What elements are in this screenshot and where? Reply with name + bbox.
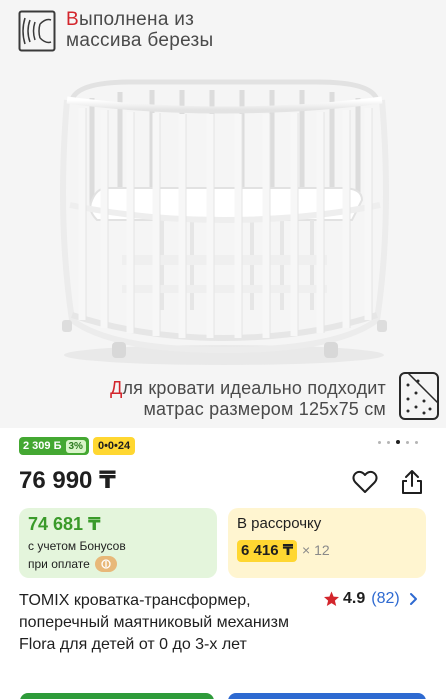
share-button[interactable] (398, 468, 426, 496)
crib-image (60, 79, 389, 365)
gallery-dot[interactable] (387, 440, 390, 444)
badges-row: 2 309 Б 3% 0•0•24 (19, 437, 136, 455)
gallery-dot[interactable] (406, 440, 409, 444)
product-image-gallery[interactable]: Выполнена из массива березы Для кровати … (0, 0, 446, 428)
installment-label: В рассрочку (237, 515, 322, 532)
installment-card[interactable]: В рассрочку 6 416 ₸ × 12 (228, 508, 426, 578)
bonus-badge: 2 309 Б 3% (19, 437, 89, 455)
gallery-dot-active[interactable] (396, 440, 400, 444)
heart-icon (352, 470, 378, 493)
star-icon (324, 591, 339, 606)
bonus-price: 74 681 ₸ (28, 514, 101, 534)
gallery-pagination[interactable] (378, 440, 418, 444)
bonus-coin-icon (94, 556, 117, 572)
add-to-cart-button[interactable] (228, 693, 426, 699)
mattress-icon (399, 372, 439, 420)
review-count: (82) (371, 590, 400, 607)
bonus-percent: 3% (65, 439, 86, 453)
bonus-card-line1: с учетом Бонусов (28, 539, 126, 553)
installment-amount: 6 416 ₸ (237, 540, 298, 562)
rating-score: 4.9 (343, 590, 366, 607)
installment-multiplier: × 12 (302, 542, 330, 558)
buy-button[interactable] (20, 693, 214, 699)
hero-caption: Выполнена из массива березы (66, 9, 214, 51)
installment-badge: 0•0•24 (92, 437, 136, 455)
mattress-caption: Для кровати идеально подходит матрас раз… (110, 378, 386, 419)
product-price: 76 990 ₸ (19, 467, 116, 494)
favorite-button[interactable] (351, 468, 379, 496)
bonus-card-line2: при оплате (28, 556, 117, 572)
chevron-right-icon (409, 593, 417, 605)
gallery-dot[interactable] (415, 440, 418, 444)
share-icon (402, 470, 422, 494)
wood-logo-icon (18, 10, 56, 52)
gallery-dot[interactable] (378, 440, 381, 444)
product-title: TOMIX кроватка-трансформер, поперечный м… (19, 592, 289, 653)
rating-link[interactable]: 4.9 (82) (323, 590, 419, 608)
bonus-price-card[interactable]: 74 681 ₸ с учетом Бонусов при оплате (19, 508, 217, 578)
